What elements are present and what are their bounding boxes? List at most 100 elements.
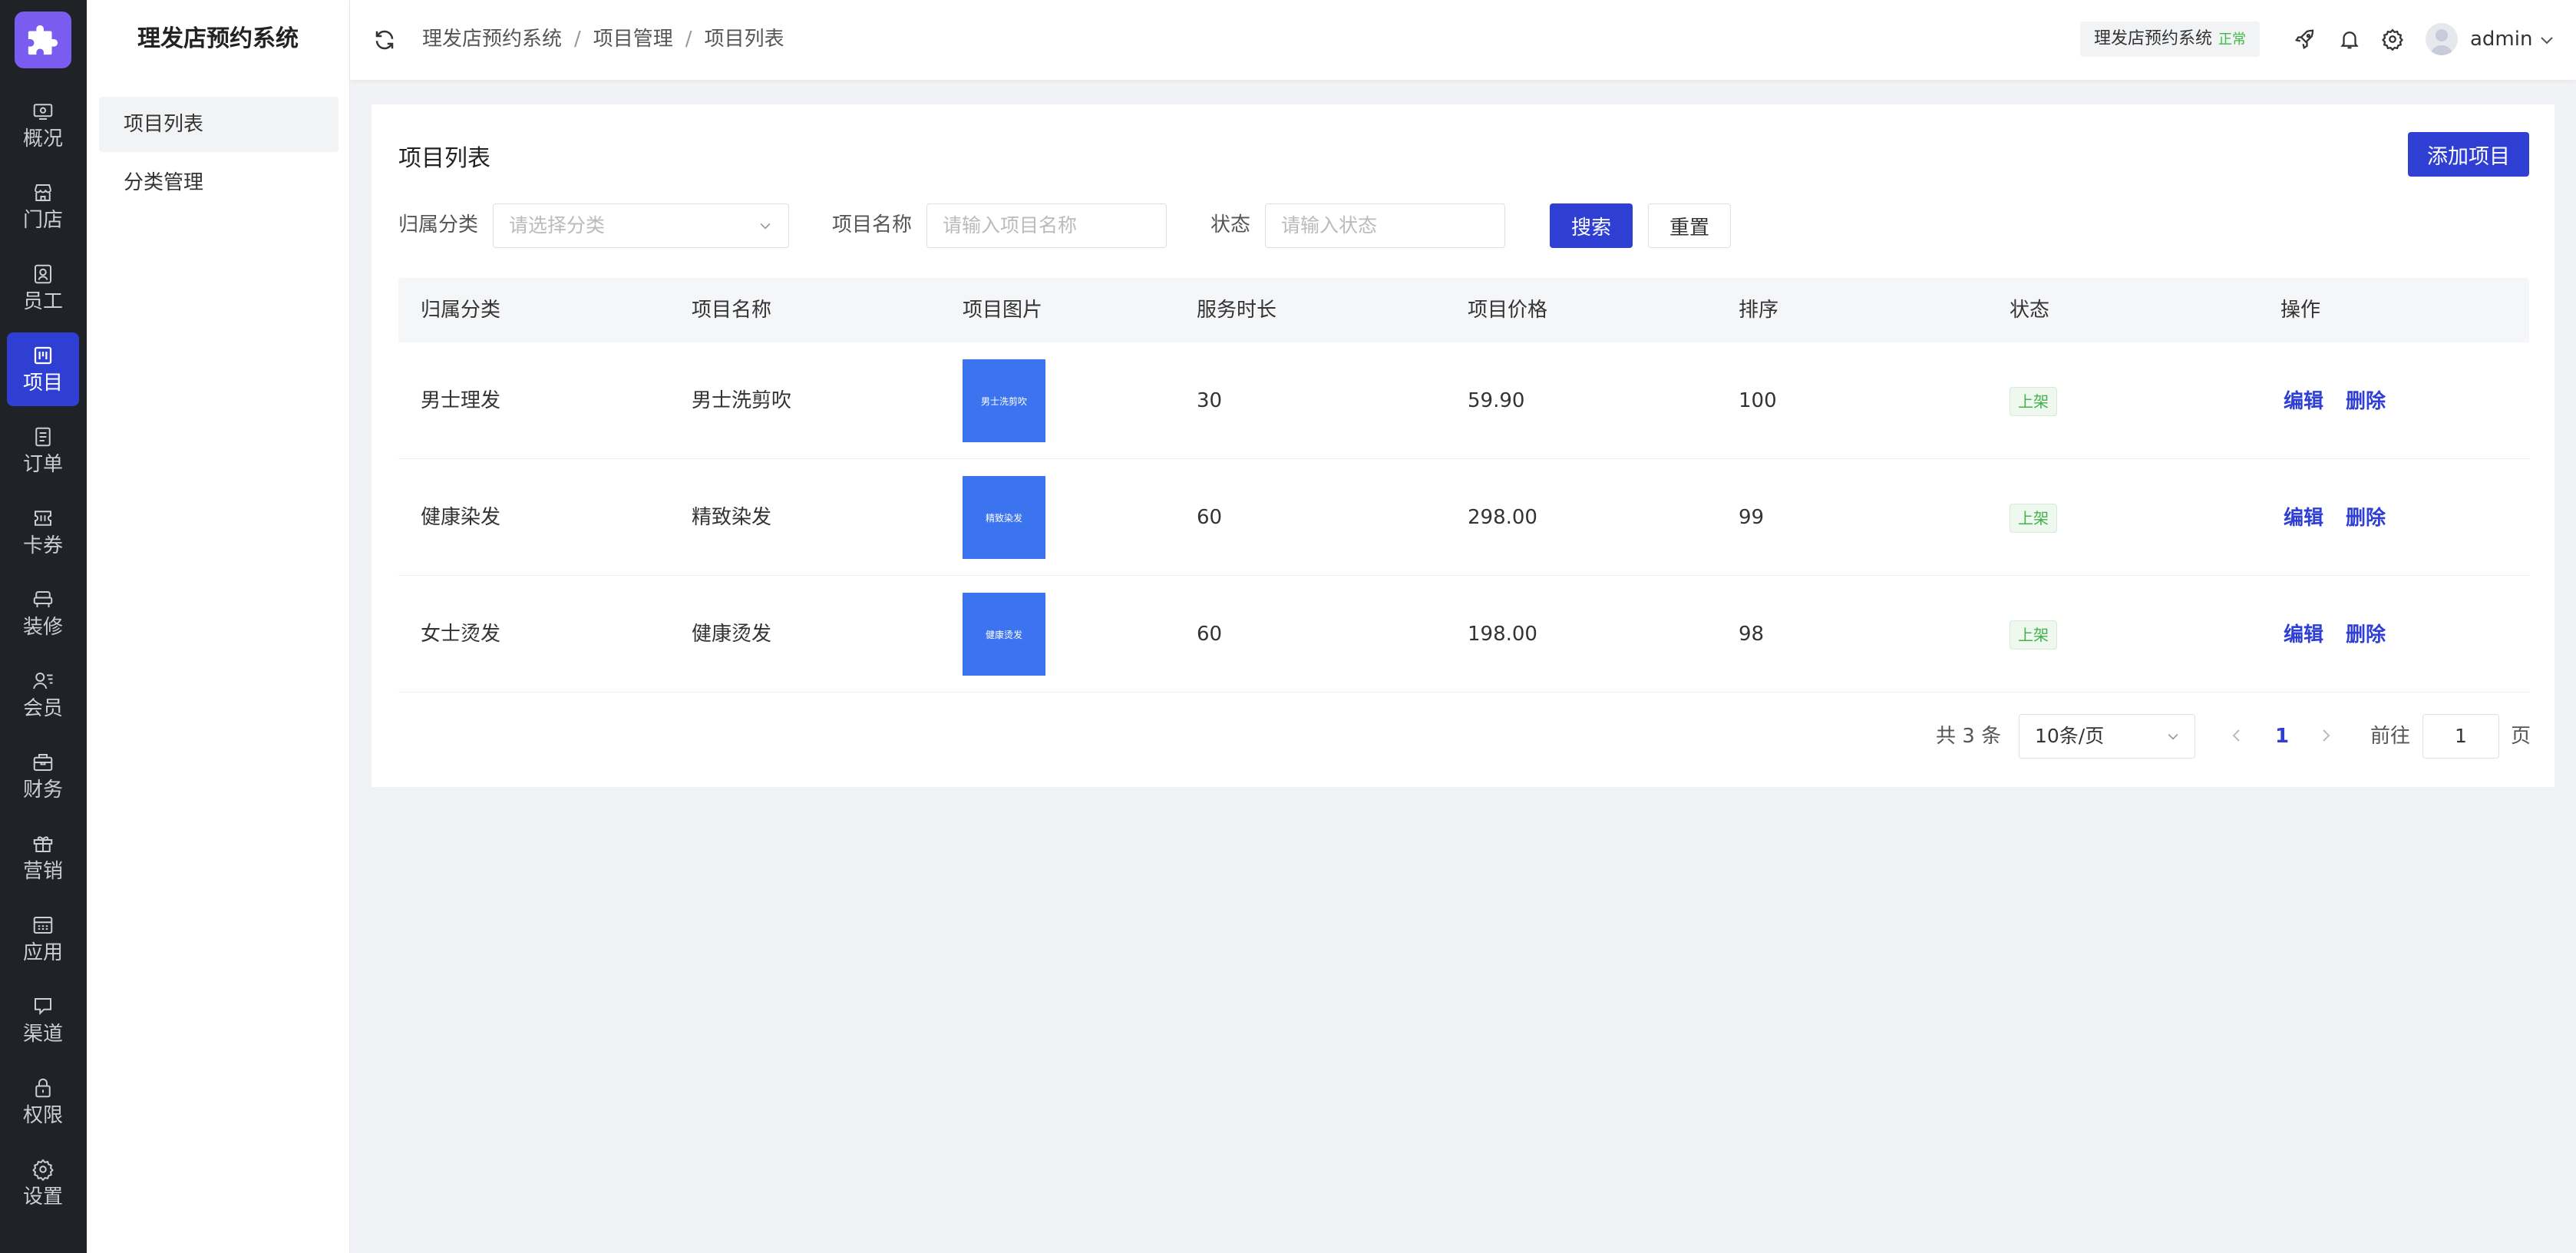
settings-icon bbox=[32, 1159, 54, 1181]
rail-item-permission[interactable]: 权限 bbox=[7, 1065, 79, 1139]
rail-item-member[interactable]: 会员 bbox=[7, 658, 79, 732]
column-header: 服务时长 bbox=[1197, 299, 1277, 322]
avatar[interactable] bbox=[2426, 23, 2458, 55]
project-image-text: 男士洗剪吹 bbox=[980, 395, 1027, 407]
rail-item-overview[interactable]: 概况 bbox=[7, 88, 79, 162]
breadcrumb-separator: / bbox=[685, 28, 692, 51]
page-title: 项目列表 bbox=[398, 145, 490, 172]
breadcrumb: 理发店预约系统 / 项目管理 / 项目列表 bbox=[422, 0, 784, 78]
edit-button[interactable]: 编辑 bbox=[2284, 459, 2323, 577]
status-filter-label: 状态 bbox=[1210, 213, 1251, 236]
table-header: 归属分类 项目名称 项目图片 服务时长 项目价格 排序 状态 操作 bbox=[398, 278, 2529, 342]
cell-sort: 98 bbox=[1739, 623, 1765, 646]
chevron-down-icon bbox=[2168, 733, 2178, 740]
order-icon bbox=[35, 427, 51, 447]
store-name: 理发店预约系统 bbox=[2094, 29, 2213, 48]
submenu-item-category[interactable]: 分类管理 bbox=[99, 155, 339, 210]
column-header: 项目图片 bbox=[963, 299, 1043, 322]
edit-button[interactable]: 编辑 bbox=[2284, 342, 2323, 461]
goto-label: 前往 bbox=[2370, 725, 2411, 748]
status-input-placeholder: 请输入状态 bbox=[1281, 214, 1378, 236]
status-badge: 上架 bbox=[2010, 620, 2057, 650]
rail-item-project[interactable]: 项目 bbox=[7, 332, 79, 406]
refresh-icon[interactable] bbox=[373, 28, 396, 51]
edit-button[interactable]: 编辑 bbox=[2284, 576, 2323, 694]
search-button[interactable]: 搜索 bbox=[1550, 203, 1633, 248]
submenu-item-project-list[interactable]: 项目列表 bbox=[99, 97, 339, 152]
name-input[interactable]: 请输入项目名称 bbox=[926, 203, 1167, 248]
coupon-icon bbox=[35, 511, 51, 526]
breadcrumb-separator: / bbox=[574, 28, 581, 51]
rail-item-coupon[interactable]: 卡券 bbox=[7, 495, 79, 569]
cell-name: 男士洗剪吹 bbox=[692, 389, 792, 412]
user-avatar-icon bbox=[2430, 29, 2453, 55]
icon-rail: 概况 门店 员工 项目 订单 卡券 装修 会员 财务 营销 应用 渠道 权限 设… bbox=[0, 0, 87, 1253]
delete-button[interactable]: 删除 bbox=[2346, 576, 2386, 694]
status-badge: 上架 bbox=[2010, 387, 2057, 416]
status-badge: 上架 bbox=[2010, 504, 2057, 533]
cell-category: 健康染发 bbox=[421, 506, 501, 529]
chevron-down-icon[interactable] bbox=[2538, 31, 2556, 49]
name-input-placeholder: 请输入项目名称 bbox=[943, 214, 1078, 236]
name-filter-label: 项目名称 bbox=[832, 213, 913, 236]
cell-price: 298.00 bbox=[1468, 506, 1537, 529]
chevron-down-icon bbox=[760, 223, 771, 230]
rail-item-staff[interactable]: 员工 bbox=[7, 251, 79, 325]
project-image[interactable]: 男士洗剪吹 bbox=[963, 359, 1045, 442]
delete-button[interactable]: 删除 bbox=[2346, 342, 2386, 461]
page-size-select[interactable]: 10条/页 bbox=[2019, 714, 2195, 759]
next-page-icon[interactable] bbox=[2317, 726, 2335, 745]
breadcrumb-item: 项目列表 bbox=[704, 28, 784, 51]
rail-label: 会员 bbox=[22, 697, 63, 720]
rail-item-settings[interactable]: 设置 bbox=[7, 1146, 79, 1220]
rail-item-store[interactable]: 门店 bbox=[7, 170, 79, 243]
bell-icon[interactable] bbox=[2338, 28, 2361, 51]
status-input[interactable]: 请输入状态 bbox=[1265, 203, 1505, 248]
column-header: 归属分类 bbox=[421, 299, 501, 322]
page-number-current[interactable]: 1 bbox=[2275, 714, 2289, 759]
rail-item-finance[interactable]: 财务 bbox=[7, 739, 79, 813]
rail-label: 渠道 bbox=[22, 1023, 63, 1046]
store-badge[interactable]: 理发店预约系统 正常 bbox=[2080, 21, 2261, 57]
gift-icon bbox=[33, 836, 53, 852]
delete-button[interactable]: 删除 bbox=[2346, 459, 2386, 577]
category-select[interactable]: 请选择分类 bbox=[493, 203, 789, 248]
column-header: 排序 bbox=[1739, 299, 1779, 322]
dashboard-icon bbox=[33, 104, 53, 120]
content-card: 项目列表 添加项目 归属分类 请选择分类 项目名称 请输入项目名称 状态 请输入… bbox=[372, 104, 2555, 787]
cell-duration: 60 bbox=[1197, 623, 1223, 646]
rail-item-order[interactable]: 订单 bbox=[7, 414, 79, 488]
project-image-text: 健康烫发 bbox=[985, 629, 1022, 640]
column-header: 项目名称 bbox=[692, 299, 772, 322]
rail-item-decorate[interactable]: 装修 bbox=[7, 577, 79, 650]
cell-category: 女士烫发 bbox=[421, 623, 501, 646]
project-image[interactable]: 精致染发 bbox=[963, 476, 1045, 559]
username[interactable]: admin bbox=[2470, 0, 2532, 78]
prev-page-icon[interactable] bbox=[2228, 726, 2246, 745]
category-select-placeholder: 请选择分类 bbox=[509, 214, 606, 236]
rail-label: 订单 bbox=[22, 453, 63, 476]
cell-duration: 60 bbox=[1197, 506, 1223, 529]
column-header: 状态 bbox=[2010, 299, 2050, 322]
reset-button[interactable]: 重置 bbox=[1648, 203, 1731, 248]
breadcrumb-item[interactable]: 理发店预约系统 bbox=[422, 28, 562, 51]
project-image[interactable]: 健康烫发 bbox=[963, 593, 1045, 676]
cell-sort: 99 bbox=[1739, 506, 1765, 529]
rail-label: 卡券 bbox=[22, 534, 63, 557]
rail-item-marketing[interactable]: 营销 bbox=[7, 821, 79, 894]
rail-label: 应用 bbox=[22, 941, 63, 964]
gear-icon[interactable] bbox=[2381, 28, 2404, 51]
cell-price: 198.00 bbox=[1468, 623, 1537, 646]
cell-category: 男士理发 bbox=[421, 389, 501, 412]
column-header: 项目价格 bbox=[1468, 299, 1548, 322]
add-project-button[interactable]: 添加项目 bbox=[2408, 132, 2529, 177]
goto-page-input[interactable]: 1 bbox=[2422, 714, 2499, 759]
rail-item-apps[interactable]: 应用 bbox=[7, 902, 79, 976]
top-header: 理发店预约系统 / 项目管理 / 项目列表 理发店预约系统 正常 admin bbox=[350, 0, 2576, 80]
rail-label: 装修 bbox=[22, 616, 63, 639]
cell-name: 精致染发 bbox=[692, 506, 772, 529]
breadcrumb-item[interactable]: 项目管理 bbox=[593, 28, 673, 51]
rocket-icon[interactable] bbox=[2294, 28, 2317, 51]
rail-item-channel[interactable]: 渠道 bbox=[7, 984, 79, 1057]
cell-price: 59.90 bbox=[1468, 389, 1525, 412]
